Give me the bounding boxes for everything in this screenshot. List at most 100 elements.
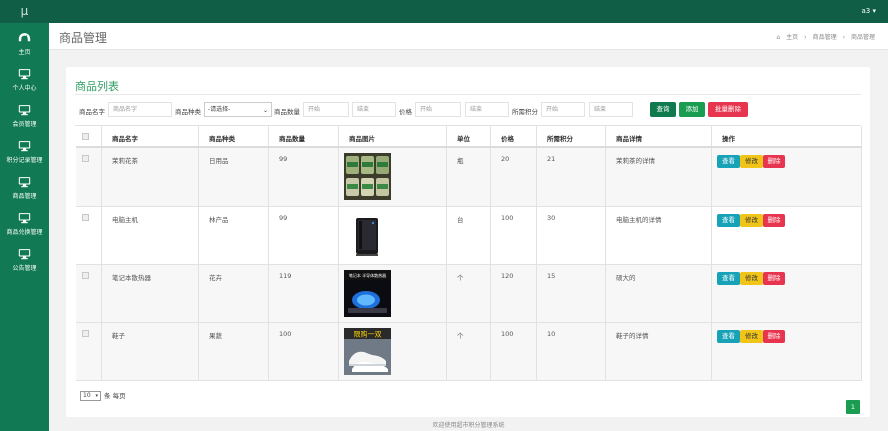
col-header-unit[interactable]: 单位 [447,126,491,146]
type-label: 商品种类 [175,108,201,116]
cell-type: 日用品 [209,157,229,165]
name-input[interactable]: 商品名字 [108,102,172,117]
monitor-icon [18,69,31,80]
cell-name: 鞋子 [112,332,125,340]
edit-button[interactable]: 修改 [740,272,763,285]
row-checkbox[interactable] [82,330,89,337]
sidebar-item-label: 主页 [18,49,31,56]
product-image-shoes: 限购一双 [344,328,391,375]
cell-unit: 台 [457,216,464,224]
cell-type: 果蔬 [209,332,222,340]
table-row: 笔记本散热器 花卉 119 笔记本 半导体散热器 个 120 15 硕大的 查看… [76,265,862,323]
page-header: 商品管理 ⌂ 主页 › 商品管理 › 商品管理 [49,23,888,50]
page-size-select[interactable]: 10 ▾ [80,391,101,401]
cell-unit: 个 [457,274,464,282]
col-header-image[interactable]: 商品图片 [339,126,447,146]
sidebar-item-points-records[interactable]: 积分记录管理 [0,135,49,169]
cell-name: 茉莉花茶 [112,157,138,165]
monitor-icon [18,177,31,188]
cooler-banner-text: 笔记本 半导体散热器 [349,272,386,278]
monitor-icon [18,141,31,152]
points-end-input[interactable]: 结束 [589,102,633,117]
sidebar-item-products[interactable]: 商品管理 [0,171,49,205]
app-logo[interactable]: μ [0,0,49,23]
edit-button[interactable]: 修改 [740,214,763,227]
col-header-price[interactable]: 价格 [491,126,537,146]
qty-end-input[interactable]: 结束 [352,102,396,117]
sidebar-item-label: 公告管理 [12,265,37,272]
view-button[interactable]: 查看 [717,272,740,285]
delete-button[interactable]: 删除 [763,155,785,168]
cell-detail: 茉莉茶的详情 [616,157,655,165]
breadcrumb-home[interactable]: 主页 [786,34,798,41]
per-page-label: 条 每页 [104,392,126,400]
qty-label: 商品数量 [274,108,300,116]
search-bar: 商品名字 商品名字 商品种类 -请选择- ⌄ 商品数量 开始 结束 价格 开始 … [79,102,859,118]
page-title: 商品管理 [59,31,108,45]
table-row: 茉莉花茶 日用品 99 瓶 20 21 茉莉茶的详情 查看 修改 删除 [76,148,862,207]
type-select[interactable]: -请选择- ⌄ [204,102,272,117]
cell-qty: 99 [279,155,288,163]
sidebar-item-exchanges[interactable]: 商品兑换管理 [0,207,49,241]
col-header-name[interactable]: 商品名字 [102,126,199,146]
cell-price: 120 [501,272,514,280]
breadcrumb-separator: › [842,34,845,41]
col-header-points[interactable]: 所需积分 [537,126,606,146]
edit-button[interactable]: 修改 [740,330,763,343]
sidebar-item-label: 会员管理 [12,121,37,128]
sidebar-item-members[interactable]: 会员管理 [0,99,49,133]
delete-button[interactable]: 删除 [763,214,785,227]
delete-button[interactable]: 删除 [763,272,785,285]
cell-detail: 电脑主机的详情 [616,216,662,224]
page-size-control: 10 ▾ 条 每页 [80,390,126,401]
col-header-detail[interactable]: 商品详情 [606,126,712,146]
add-button[interactable]: 添加 [679,102,705,117]
chevron-down-icon: ⌄ [262,107,268,114]
cell-detail: 硕大的 [616,274,636,282]
panel-title: 商品列表 [75,80,119,93]
monitor-icon [18,213,31,224]
qty-start-input[interactable]: 开始 [303,102,349,117]
edit-button[interactable]: 修改 [740,155,763,168]
batch-delete-button[interactable]: 批量删除 [708,102,748,117]
cell-type: 林产品 [209,216,229,224]
product-table: 商品名字 商品种类 商品数量 商品图片 单位 价格 所需积分 商品详情 操作 茉… [75,125,862,381]
sidebar-item-notices[interactable]: 公告管理 [0,243,49,277]
cell-price: 20 [501,155,510,163]
chevron-down-icon: ▾ [95,393,98,399]
price-label: 价格 [399,108,412,116]
page-button-current[interactable]: 1 [846,400,860,414]
view-button[interactable]: 查看 [717,155,740,168]
divider [75,94,861,95]
points-label: 所需积分 [512,108,538,116]
row-checkbox[interactable] [82,214,89,221]
cell-points: 30 [547,214,556,222]
row-checkbox[interactable] [82,272,89,279]
select-all-checkbox[interactable] [82,133,89,140]
col-header-type[interactable]: 商品种类 [199,126,269,146]
footer-text: 欢迎使用超市积分管理系统 [432,422,505,429]
cell-points: 15 [547,272,556,280]
breadcrumb-separator: › [804,34,807,41]
user-menu[interactable]: a3 ▾ [862,0,876,23]
view-button[interactable]: 查看 [717,330,740,343]
home-icon: ⌂ [776,34,781,41]
row-checkbox[interactable] [82,155,89,162]
price-start-input[interactable]: 开始 [415,102,461,117]
sidebar-item-profile[interactable]: 个人中心 [0,63,49,97]
table-row: 鞋子 果蔬 100 限购一双 个 100 10 鞋子的详情 查看 修改 删除 [76,323,862,381]
cell-type: 花卉 [209,274,222,282]
cell-points: 10 [547,330,556,338]
cell-name: 电脑主机 [112,216,138,224]
query-button[interactable]: 查询 [650,102,676,117]
price-end-input[interactable]: 结束 [465,102,509,117]
delete-button[interactable]: 删除 [763,330,785,343]
sidebar-item-home[interactable]: 主页 [0,27,49,61]
product-image-tea [344,153,391,200]
col-header-qty[interactable]: 商品数量 [269,126,339,146]
view-button[interactable]: 查看 [717,214,740,227]
cell-price: 100 [501,330,514,338]
cell-name: 笔记本散热器 [112,274,151,282]
breadcrumb-section[interactable]: 商品管理 [813,34,837,41]
points-start-input[interactable]: 开始 [541,102,585,117]
